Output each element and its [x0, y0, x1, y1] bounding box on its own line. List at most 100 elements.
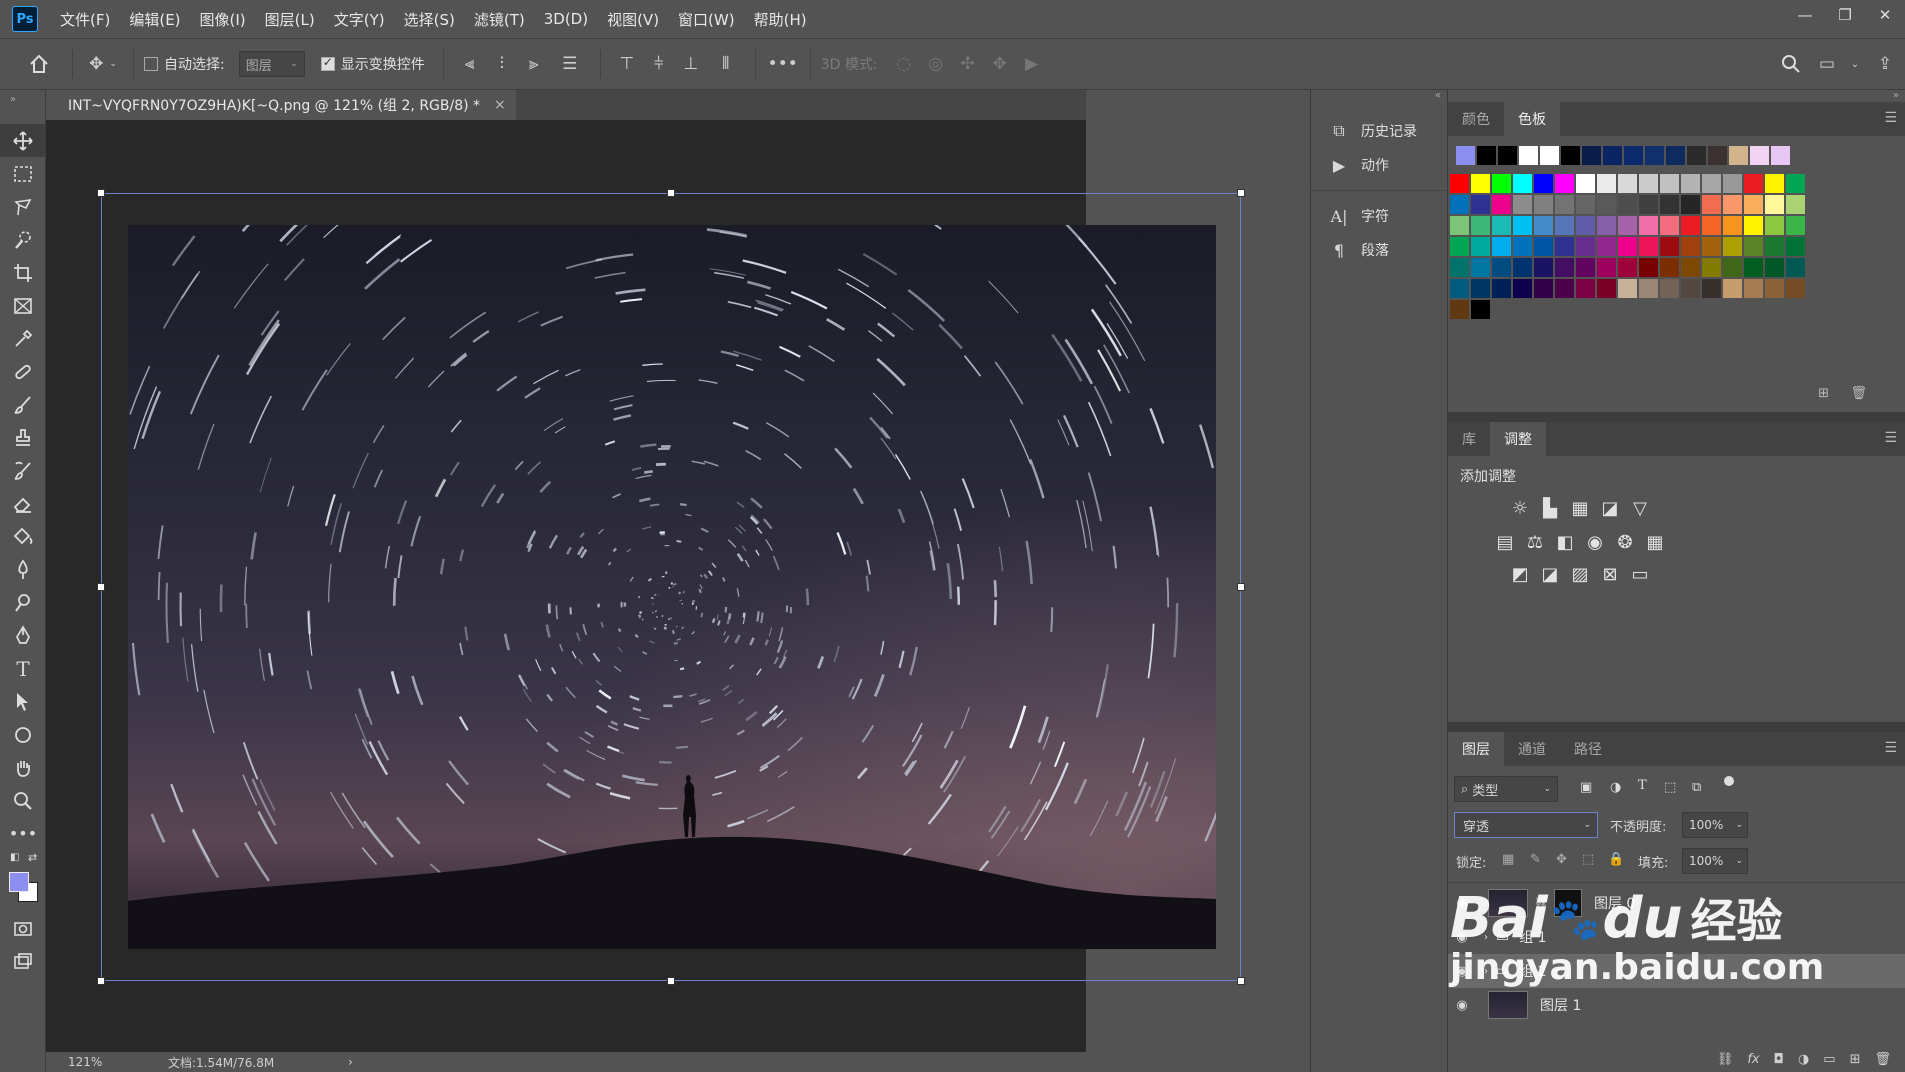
color-swatch[interactable] — [1513, 216, 1532, 235]
character-panel-button[interactable]: A| 字符 — [1311, 199, 1447, 233]
zoom-tool-icon[interactable] — [0, 784, 46, 817]
color-swatch[interactable] — [1702, 237, 1721, 256]
delete-layer-icon[interactable]: 🗑 — [1874, 1052, 1891, 1067]
layer-row[interactable]: ◉ 图层 1 — [1448, 988, 1905, 1022]
status-menu-arrow[interactable]: › — [348, 1055, 353, 1069]
color-swatch[interactable] — [1723, 195, 1742, 214]
channel-mixer-icon[interactable]: ❂ — [1613, 530, 1637, 554]
vibrance-icon[interactable]: ▽ — [1628, 496, 1652, 520]
transform-handle-bottom-left[interactable] — [97, 977, 105, 985]
delete-swatch-icon[interactable]: 🗑 — [1850, 386, 1867, 401]
recent-swatch[interactable] — [1519, 146, 1538, 165]
document-tab[interactable]: INT~VYQFRN0Y7OZ9HA)K[~Q.png @ 121% (组 2,… — [46, 90, 516, 120]
lasso-tool-icon[interactable] — [0, 190, 46, 223]
color-swatch[interactable] — [1576, 237, 1595, 256]
transform-handle-bottom[interactable] — [667, 977, 675, 985]
color-swatch[interactable] — [1639, 174, 1658, 193]
transform-handle-top-right[interactable] — [1237, 189, 1245, 197]
color-swatch[interactable] — [1744, 237, 1763, 256]
search-icon[interactable] — [1773, 54, 1809, 74]
color-swatch[interactable] — [1555, 237, 1574, 256]
levels-icon[interactable]: ▙ — [1538, 496, 1562, 520]
color-swatch[interactable] — [1597, 216, 1616, 235]
minimize-button[interactable]: — — [1785, 0, 1825, 30]
threshold-icon[interactable]: ▨ — [1568, 562, 1592, 586]
color-swatch[interactable] — [1786, 195, 1805, 214]
distribute-icon[interactable]: ☰ — [550, 54, 590, 74]
align-hcenter-icon[interactable]: ⫶ — [486, 54, 518, 74]
marquee-tool-icon[interactable] — [0, 157, 46, 190]
3d-orbit-icon[interactable]: ◌ — [888, 54, 920, 74]
color-swatch[interactable] — [1618, 195, 1637, 214]
recent-swatch[interactable] — [1708, 146, 1727, 165]
panel-collapse-icon[interactable]: « — [1311, 90, 1447, 110]
color-swatch[interactable] — [1492, 258, 1511, 277]
menu-help[interactable]: 帮助(H) — [754, 9, 807, 30]
color-swatch[interactable] — [1513, 237, 1532, 256]
filter-smart-object-icon[interactable]: ⧉ — [1692, 780, 1701, 795]
panel-expand-icon[interactable]: » — [1448, 90, 1905, 102]
color-swatch[interactable] — [1639, 279, 1658, 298]
auto-select-checkbox[interactable] — [144, 57, 158, 71]
chevron-down-icon[interactable]: ⌄ — [1845, 59, 1865, 70]
paint-bucket-tool-icon[interactable] — [0, 520, 46, 553]
align-left-icon[interactable]: ⫷ — [454, 54, 486, 74]
workspace-icon[interactable]: ▭ — [1809, 54, 1845, 74]
color-swatch[interactable] — [1618, 258, 1637, 277]
color-swatch[interactable] — [1555, 216, 1574, 235]
color-swatch[interactable] — [1513, 174, 1532, 193]
color-swatch[interactable] — [1513, 279, 1532, 298]
screen-mode-icon[interactable] — [0, 945, 46, 978]
panel-menu-icon[interactable]: ☰ — [1884, 110, 1897, 126]
color-swatch[interactable] — [1576, 258, 1595, 277]
color-swatch[interactable] — [1786, 174, 1805, 193]
color-swatch[interactable] — [1744, 216, 1763, 235]
history-panel-button[interactable]: ⧉ 历史记录 — [1311, 114, 1447, 148]
color-swatch[interactable] — [1723, 237, 1742, 256]
color-swatch[interactable] — [1639, 237, 1658, 256]
layer-filter-dropdown[interactable]: ⌕ 类型 ⌄ — [1454, 776, 1558, 802]
healing-brush-tool-icon[interactable] — [0, 355, 46, 388]
color-swatch[interactable] — [1744, 279, 1763, 298]
photo-filter-icon[interactable]: ◉ — [1583, 530, 1607, 554]
3d-roll-icon[interactable]: ◎ — [920, 54, 952, 74]
color-swatch[interactable] — [1471, 258, 1490, 277]
color-swatch[interactable] — [1597, 174, 1616, 193]
recent-swatch[interactable] — [1561, 146, 1580, 165]
recent-swatch[interactable] — [1603, 146, 1622, 165]
fx-icon[interactable]: fx — [1747, 1052, 1759, 1067]
color-swatch[interactable] — [1765, 195, 1784, 214]
filter-shape-icon[interactable]: ⬚ — [1664, 780, 1676, 795]
recent-swatch[interactable] — [1624, 146, 1643, 165]
dodge-tool-icon[interactable] — [0, 586, 46, 619]
black-white-icon[interactable]: ◧ — [1553, 530, 1577, 554]
color-swatch[interactable] — [1576, 279, 1595, 298]
brightness-contrast-icon[interactable]: ☼ — [1508, 496, 1532, 520]
path-selection-tool-icon[interactable] — [0, 685, 46, 718]
toolbar-collapse-icon[interactable]: » — [0, 90, 45, 124]
clone-stamp-tool-icon[interactable] — [0, 421, 46, 454]
color-swatch[interactable] — [1576, 195, 1595, 214]
menu-3d[interactable]: 3D(D) — [544, 10, 588, 28]
recent-swatch[interactable] — [1477, 146, 1496, 165]
color-swatch[interactable] — [1639, 258, 1658, 277]
type-tool-icon[interactable]: T — [0, 652, 46, 685]
align-top-icon[interactable]: ⊤ — [611, 54, 643, 74]
quick-mask-icon[interactable] — [0, 912, 46, 945]
menu-layer[interactable]: 图层(L) — [265, 9, 315, 30]
color-swatch[interactable] — [1450, 174, 1469, 193]
visibility-eye-icon[interactable]: ◉ — [1448, 998, 1476, 1013]
panel-menu-icon[interactable]: ☰ — [1884, 740, 1897, 756]
color-swatch[interactable] — [1618, 279, 1637, 298]
tab-paths[interactable]: 路径 — [1560, 732, 1616, 766]
color-swatch[interactable] — [1576, 216, 1595, 235]
close-window-button[interactable]: ✕ — [1865, 0, 1905, 30]
color-swatch[interactable] — [1765, 237, 1784, 256]
color-swatch[interactable] — [1534, 279, 1553, 298]
transform-handle-top-left[interactable] — [97, 189, 105, 197]
tab-layers[interactable]: 图层 — [1448, 732, 1504, 766]
new-adjustment-layer-icon[interactable]: ◑ — [1798, 1052, 1809, 1067]
color-swatch[interactable] — [1471, 300, 1490, 319]
home-icon[interactable] — [16, 53, 62, 75]
color-swatch[interactable] — [1786, 237, 1805, 256]
